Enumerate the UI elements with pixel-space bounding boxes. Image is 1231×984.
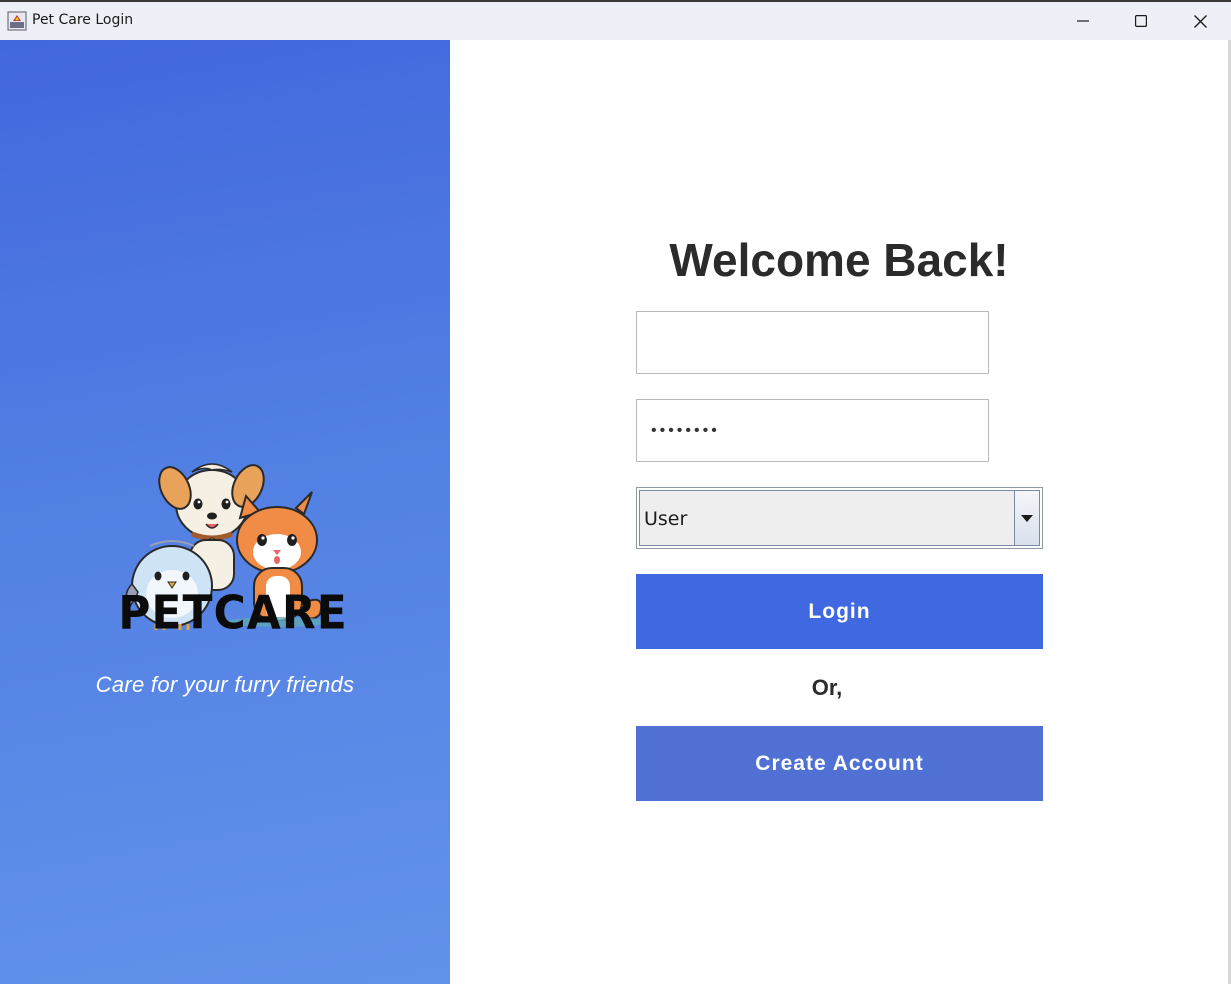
close-button[interactable]	[1171, 2, 1229, 40]
role-selected-value: User	[644, 508, 688, 530]
petcare-logo-text: PETCARE	[118, 586, 348, 641]
title-bar[interactable]: Pet Care Login	[0, 2, 1231, 40]
or-separator: Or,	[811, 675, 843, 700]
minimize-icon	[1077, 20, 1089, 22]
caret-down-icon	[1021, 514, 1033, 522]
close-icon	[1193, 14, 1207, 28]
login-button[interactable]: Login	[636, 574, 1043, 649]
maximize-button[interactable]	[1112, 2, 1170, 40]
java-app-icon	[7, 11, 27, 31]
window-title: Pet Care Login	[32, 12, 134, 28]
username-input[interactable]	[636, 311, 989, 374]
brand-tagline: Care for your furry friends	[95, 672, 355, 697]
role-select-box[interactable]: User	[639, 490, 1040, 546]
minimize-button[interactable]	[1054, 2, 1112, 40]
create-account-button[interactable]: Create Account	[636, 726, 1043, 801]
pet-care-login-window: Pet Care Login PETCARE Care for your fur…	[0, 0, 1231, 984]
maximize-icon	[1135, 15, 1147, 27]
password-input[interactable]	[636, 399, 989, 462]
dropdown-arrow-button[interactable]	[1014, 491, 1039, 545]
welcome-heading: Welcome Back!	[669, 234, 1009, 286]
brand-panel: PETCARE Care for your furry friends	[0, 40, 450, 984]
role-select[interactable]: User	[636, 487, 1043, 549]
